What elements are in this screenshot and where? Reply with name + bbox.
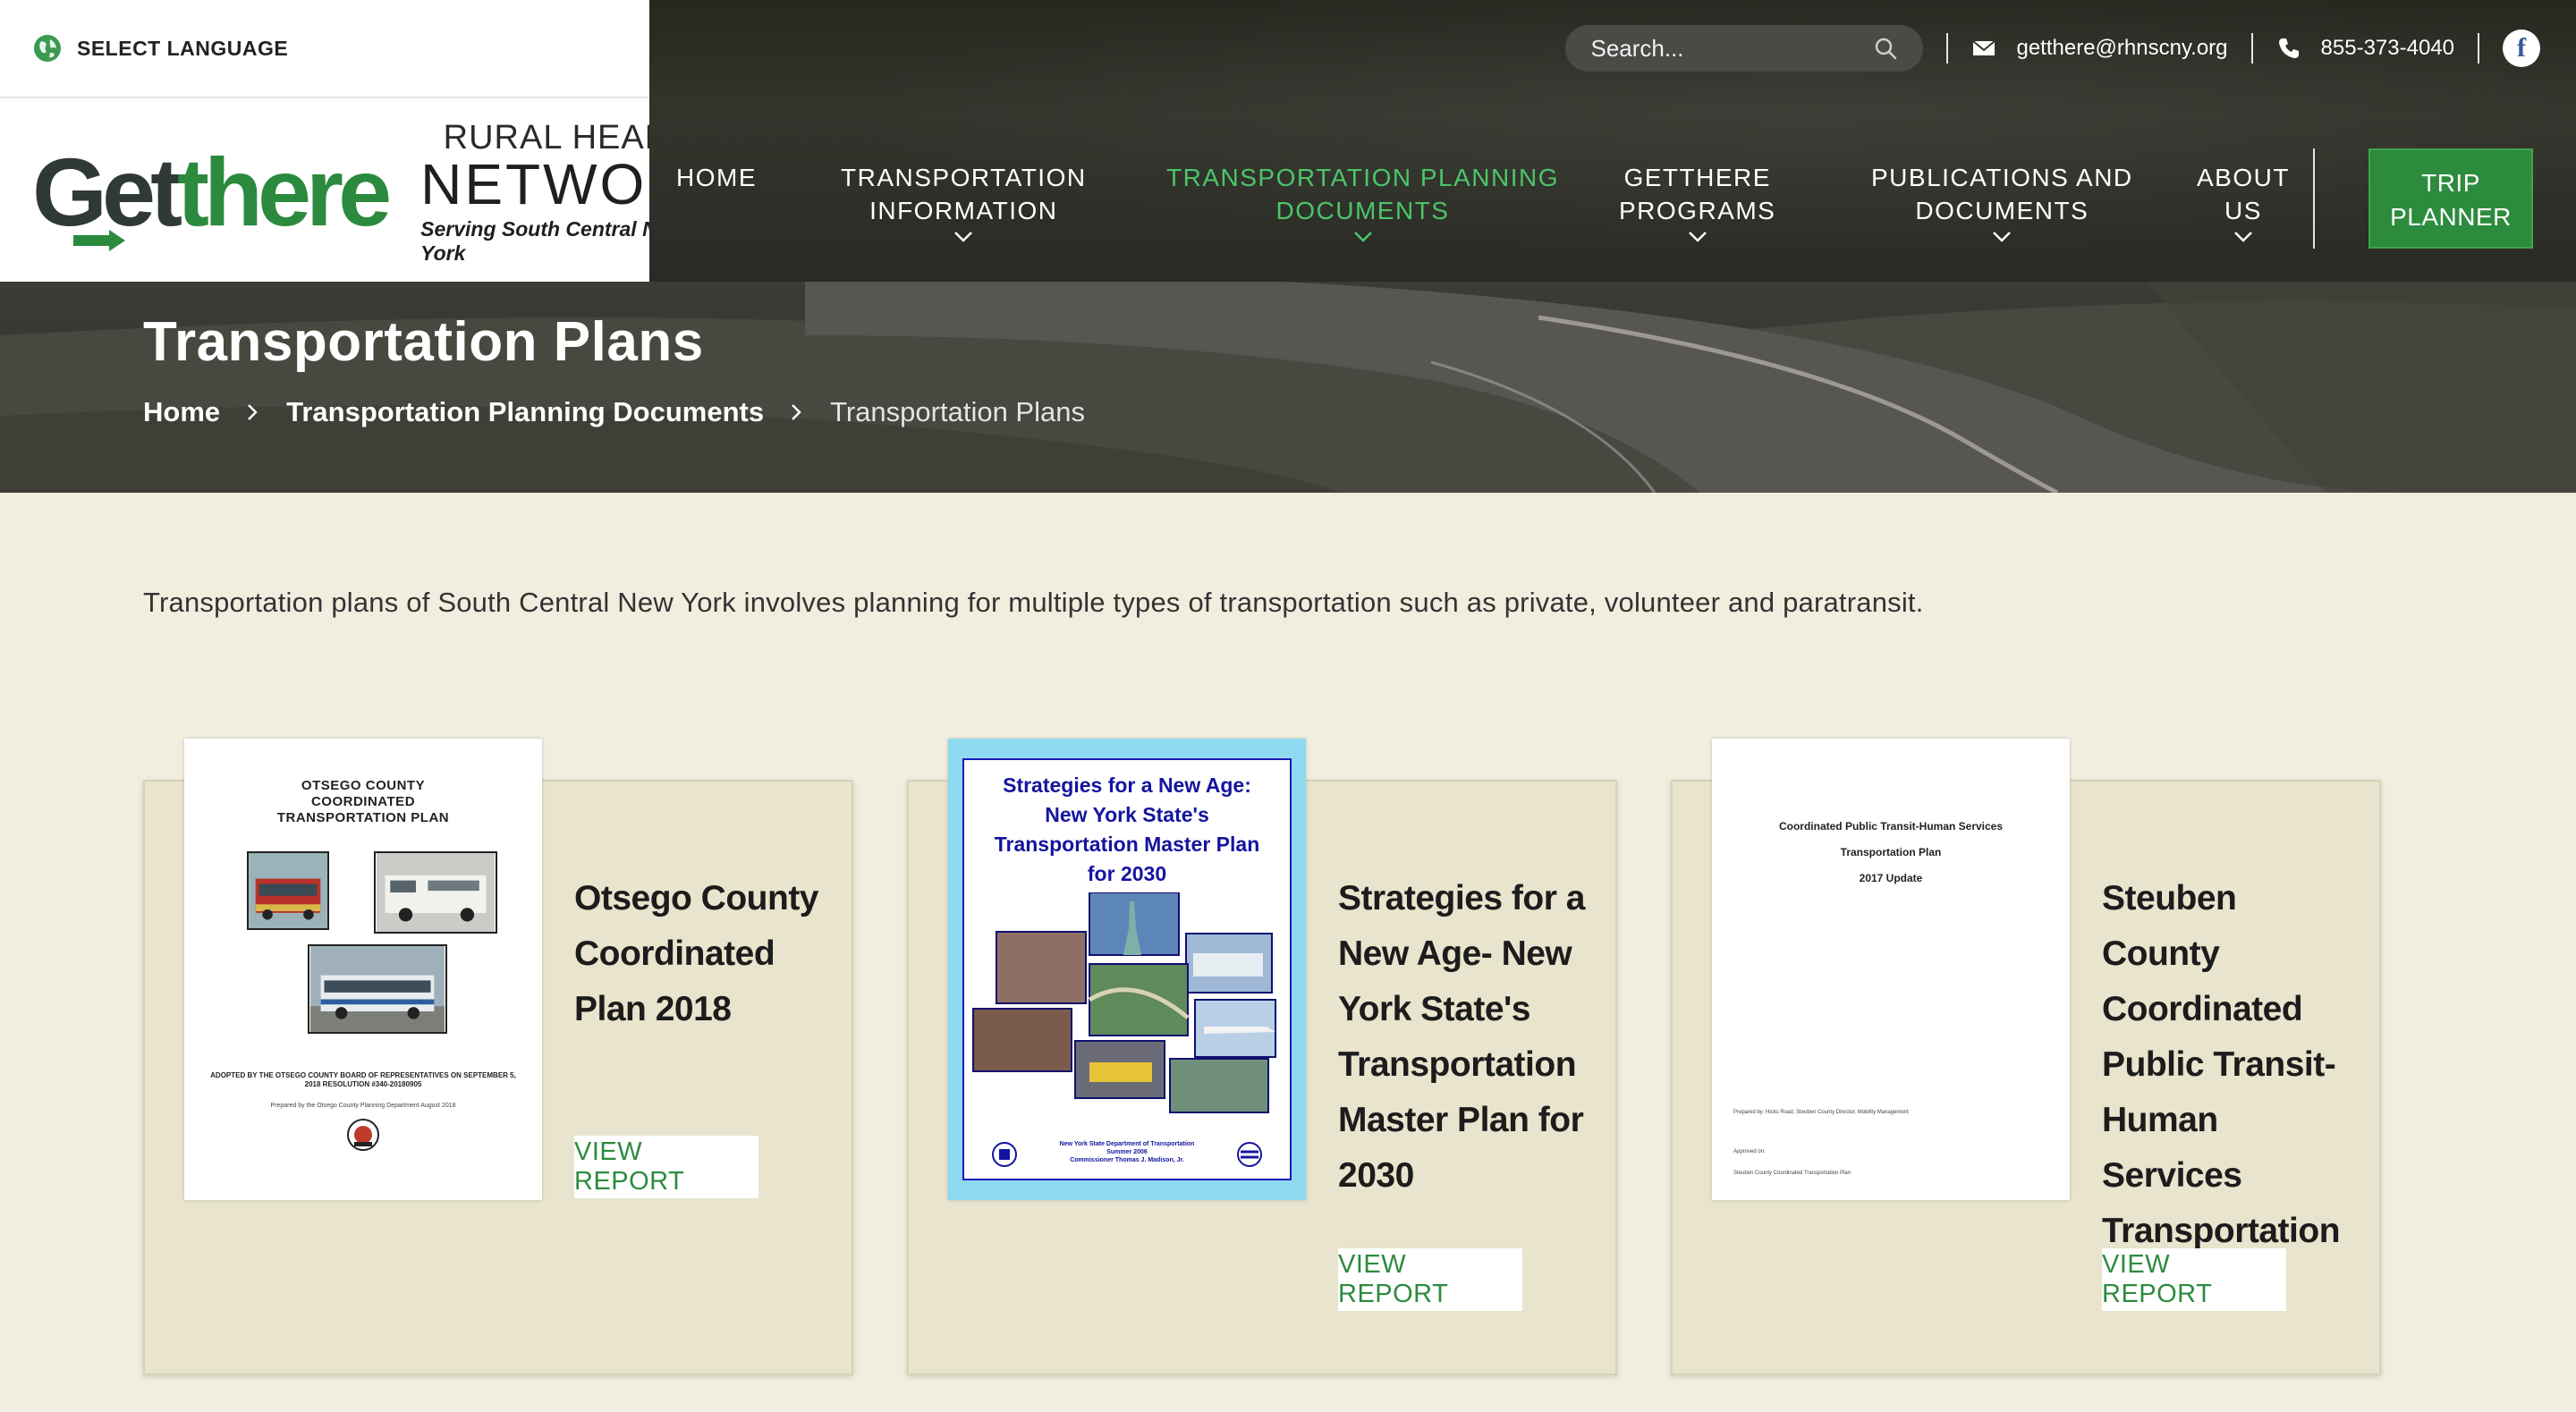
thumb-caption: ADOPTED BY THE OTSEGO COUNTY BOARD OF RE… [210,1071,516,1088]
nav-label-line1: PUBLICATIONS AND [1871,164,2133,191]
nav-label-line1: HOME [676,164,757,191]
thumb-prepared-by: Prepared by: Hicks Road, Steuben County … [1733,1110,1909,1115]
report-thumbnail[interactable]: Coordinated Public Transit-Human Service… [1712,739,2070,1200]
nav-label-line2: US [2224,197,2262,224]
nav-item-about-us[interactable]: ABOUT US [2197,161,2290,243]
nav-item-publications-and-documents[interactable]: PUBLICATIONS AND DOCUMENTS [1871,161,2133,243]
view-report-button[interactable]: VIEW REPORT [1338,1248,1522,1311]
report-thumbnail[interactable]: Strategies for a New Age: New York State… [948,739,1306,1200]
state-seal-icon [992,1142,1017,1167]
thumb-heading-line: TRANSPORTATION PLAN [276,810,450,825]
dot-logo-icon [1237,1142,1262,1167]
logo-brand-part2: there [177,138,392,246]
phone-text: 855-373-4040 [2320,36,2454,60]
logo-arrow-icon [73,230,125,251]
nav-item-getthere-programs[interactable]: GETTHERE PROGRAMS [1619,161,1775,243]
thumb-heading-line: for 2030 [1087,862,1167,885]
thumb-caption: Prepared by the Otsego County Planning D… [270,1103,456,1109]
nav-item-transportation-planning-documents[interactable]: TRANSPORTATION PLANNING DOCUMENTS [1166,161,1559,243]
breadcrumb-current: Transportation Plans [830,396,1085,427]
chevron-right-icon [248,404,258,420]
nav-label-line1: ABOUT [2197,164,2290,191]
utility-bar: getthere@rhnscny.org 855-373-4040 f [1565,25,2576,72]
county-seal-icon [347,1119,379,1151]
transportation-collage-image [972,892,1276,1113]
report-title[interactable]: Strategies for a New Age- New York State… [1338,871,1597,1204]
logo-panel: SELECT LANGUAGE Getthere RURAL HEALTH NE… [0,0,729,282]
breadcrumb-home[interactable]: Home [143,396,220,428]
intro-text: Transportation plans of South Central Ne… [143,587,1924,618]
breadcrumb-transportation-planning-documents[interactable]: Transportation Planning Documents [286,396,764,428]
chevron-right-icon [792,404,801,420]
trip-planner-line1: TRIP [2421,169,2480,197]
nav-label-line2: PROGRAMS [1619,197,1776,224]
envelope-icon [1972,40,1996,55]
trolley-bus-image [247,851,329,930]
nav-item-transportation-information[interactable]: TRANSPORTATION INFORMATION [841,161,1087,243]
thumb-approved-on: Approved on: [1733,1149,1766,1154]
van-image [374,851,497,934]
breadcrumb: Home Transportation Planning Documents T… [143,396,1085,428]
report-card: Coordinated Public Transit-Human Service… [1671,739,2381,1375]
search-box [1565,25,1924,72]
nav-item-home[interactable]: HOME [676,161,757,194]
thumb-heading: Strategies for a New Age: New York State… [964,771,1290,889]
report-title[interactable]: Otsego County Coordinated Plan 2018 [574,871,834,1037]
view-report-button[interactable]: VIEW REPORT [574,1136,758,1198]
thumb-cover: Strategies for a New Age: New York State… [962,758,1292,1180]
globe-icon [34,35,61,62]
nav-label-line2: INFORMATION [869,197,1058,224]
thumb-heading-line: Strategies for a New Age: [1003,774,1251,797]
chevron-down-icon [1993,232,2012,242]
chevron-down-icon [1688,232,1707,242]
thumb-heading: Coordinated Public Transit-Human Service… [1712,814,2070,892]
email-text: getthere@rhnscny.org [2016,36,2228,60]
nav-label-line1: GETTHERE [1623,164,1771,191]
nav-label-line2: DOCUMENTS [1915,197,2089,224]
utility-divider [2478,33,2479,63]
chevron-down-icon [954,232,973,242]
page-hero: Transportation Plans Home Transportation… [0,282,2576,493]
thumb-photos [202,851,524,1057]
thumb-heading-line: Transportation Plan [1840,846,1942,858]
thumb-heading-line: OTSEGO COUNTY [301,778,426,793]
nav-divider [2313,148,2315,249]
facebook-icon[interactable]: f [2503,30,2540,67]
select-language-label: SELECT LANGUAGE [77,36,289,60]
select-language-button[interactable]: SELECT LANGUAGE [0,0,649,98]
report-card: Strategies for a New Age: New York State… [907,739,1617,1375]
main-navigation: HOME TRANSPORTATION INFORMATION TRANSPOR… [649,148,2576,259]
report-card: OTSEGO COUNTY COORDINATED TRANSPORTATION… [143,739,853,1375]
thumb-heading-line: New York State's [1045,803,1209,826]
search-input[interactable] [1590,34,1860,63]
thumb-heading-line: Transportation Master Plan [994,833,1260,856]
facebook-glyph: f [2517,33,2526,63]
trip-planner-line2: PLANNER [2390,203,2512,231]
chevron-down-icon [2234,232,2252,242]
trip-planner-button[interactable]: TRIP PLANNER [2368,148,2533,249]
report-thumbnail[interactable]: OTSEGO COUNTY COORDINATED TRANSPORTATION… [184,739,542,1200]
nav-label-line1: TRANSPORTATION [841,164,1087,191]
nav-label-line2: DOCUMENTS [1275,197,1450,224]
getthere-logo[interactable]: Getthere [32,144,392,251]
nav-label-line1: TRANSPORTATION PLANNING [1166,164,1559,191]
phone-link[interactable]: 855-373-4040 [2276,36,2454,61]
thumb-heading-line: COORDINATED [310,794,416,809]
utility-divider [2250,33,2253,63]
page-title: Transportation Plans [143,311,704,373]
email-link[interactable]: getthere@rhnscny.org [1971,36,2228,61]
thumb-heading-line: 2017 Update [1859,872,1923,884]
site-logo[interactable]: Getthere RURAL HEALTH NETWORK Serving So… [32,119,729,265]
phone-icon [2278,38,2299,58]
view-report-button[interactable]: VIEW REPORT [2102,1248,2286,1311]
transit-bus-image [308,944,447,1034]
thumb-footer: Steuben County Coordinated Transportatio… [1733,1171,1852,1176]
thumb-heading-line: Coordinated Public Transit-Human Service… [1778,820,2004,833]
site-header: SELECT LANGUAGE Getthere RURAL HEALTH NE… [0,0,2576,282]
chevron-down-icon [1353,232,1372,242]
search-icon[interactable] [1873,36,1898,61]
utility-divider [1946,33,1949,63]
